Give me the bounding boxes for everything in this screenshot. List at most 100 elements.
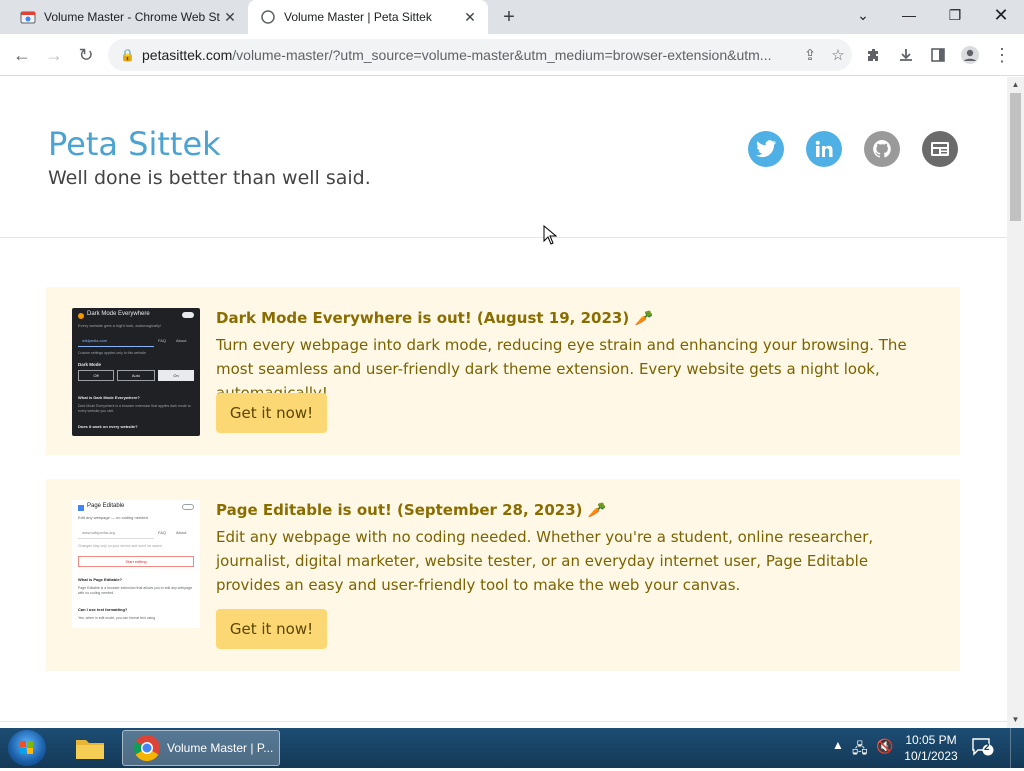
site-tagline: Well done is better than well said.: [48, 167, 371, 189]
carrot-icon: 🥕: [587, 501, 607, 519]
close-window-button[interactable]: ✕: [978, 0, 1024, 30]
preview-a1: Page Editable is a browser extension tha…: [78, 586, 193, 595]
forward-icon[interactable]: →: [42, 43, 66, 67]
get-it-now-button[interactable]: Get it now!: [216, 609, 327, 649]
preview-mode-auto: Auto: [117, 370, 155, 381]
new-tab-button[interactable]: +: [498, 6, 520, 28]
clock-time: 10:05 PM: [905, 733, 957, 747]
preview-setting-label: Changes stay only on your device and won…: [78, 544, 162, 548]
windows-logo-icon: [20, 741, 33, 754]
toggle-icon: [182, 504, 194, 510]
clock-date: 10/1/2023: [904, 749, 958, 763]
tab-chrome-web-store[interactable]: Volume Master - Chrome Web Store ✕: [8, 0, 248, 34]
preview-mode-label: Dark Mode: [78, 362, 102, 367]
extensions-icon[interactable]: [862, 43, 886, 67]
preview-about: About: [176, 338, 187, 343]
address-bar[interactable]: 🔒 petasittek.com/volume-master/?utm_sour…: [108, 39, 852, 71]
share-icon[interactable]: ⇪: [796, 46, 824, 64]
mouse-cursor-icon: [543, 225, 557, 245]
tab-peta-sittek[interactable]: Volume Master | Peta Sittek ✕: [248, 0, 488, 34]
preview-subtitle: Every website gets a night look, automag…: [78, 323, 161, 328]
windows-taskbar: Volume Master | P... ▲ 🖧 🔇 10:05 PM 10/1…: [0, 728, 1024, 768]
card-description: Edit any webpage with no coding needed. …: [216, 528, 874, 594]
preview-mode-off: Off: [78, 370, 114, 381]
card-headline: Page Editable is out! (September 28, 202…: [216, 501, 606, 519]
action-center-icon[interactable]: 2: [972, 738, 994, 756]
preview-domain: www.wikipedia.org: [82, 530, 115, 535]
card-headline: Dark Mode Everywhere is out! (August 19,…: [216, 309, 653, 327]
get-it-now-button[interactable]: Get it now!: [216, 393, 327, 433]
preview-faq: FAQ: [158, 530, 167, 535]
web-page: Peta Sittek Well done is better than wel…: [0, 77, 1007, 728]
back-icon[interactable]: ←: [10, 43, 34, 67]
tab-title: Volume Master | Peta Sittek: [284, 10, 432, 24]
scroll-up-icon[interactable]: ▲: [1007, 77, 1024, 93]
file-explorer-button[interactable]: [70, 732, 110, 764]
preview-title: Dark Mode Everywhere: [87, 311, 150, 317]
preview-title: Page Editable: [87, 503, 125, 509]
chrome-web-store-icon: [20, 11, 36, 24]
preview-about: About: [176, 530, 187, 535]
preview-domain: wikipedia.com: [82, 338, 108, 343]
lock-icon[interactable]: 🔒: [120, 48, 135, 62]
menu-icon[interactable]: ⋮: [990, 43, 1014, 67]
close-tab-icon[interactable]: ✕: [460, 9, 480, 26]
notification-count: 2: [984, 742, 990, 753]
tab-title: Volume Master - Chrome Web Store: [44, 10, 220, 24]
bookmark-star-icon[interactable]: ☆: [824, 46, 852, 64]
site-title[interactable]: Peta Sittek: [48, 125, 221, 163]
download-icon[interactable]: [894, 43, 918, 67]
footer-divider: [0, 721, 1007, 722]
scrollbar-thumb[interactable]: [1010, 93, 1021, 221]
twitter-icon[interactable]: [748, 131, 784, 167]
github-icon[interactable]: [864, 131, 900, 167]
preview-q2: Can I use text formatting?: [78, 607, 128, 612]
promo-card-dark-mode: Dark Mode Everywhere Every website gets …: [46, 287, 960, 455]
preview-a1: Dark Mode Everywhere is a browser extens…: [78, 404, 191, 413]
show-hidden-icons[interactable]: ▲: [832, 738, 844, 752]
carrot-icon: 🥕: [634, 309, 654, 327]
restore-button[interactable]: ❐: [932, 0, 978, 30]
page-editable-preview-image: Page Editable Edit any webpage — no codi…: [72, 500, 200, 628]
volume-muted-icon[interactable]: 🔇: [876, 738, 893, 755]
header-divider: [0, 237, 1007, 238]
email-icon[interactable]: [922, 131, 958, 167]
headline-text: Dark Mode Everywhere is out! (August 19,…: [216, 309, 630, 327]
scroll-down-icon[interactable]: ▼: [1007, 712, 1024, 728]
close-tab-icon[interactable]: ✕: [220, 9, 240, 26]
dark-mode-preview-image: Dark Mode Everywhere Every website gets …: [72, 308, 200, 436]
loading-globe-icon: [261, 10, 275, 24]
preview-faq: FAQ: [158, 338, 167, 343]
taskbar-chrome-button[interactable]: Volume Master | P...: [122, 730, 280, 766]
url-path: /volume-master/?utm_source=volume-master…: [232, 47, 772, 63]
profile-icon[interactable]: [958, 43, 982, 67]
toggle-icon: [182, 312, 194, 318]
linkedin-icon[interactable]: [806, 131, 842, 167]
promo-card-page-editable: Page Editable Edit any webpage — no codi…: [46, 479, 960, 671]
system-clock[interactable]: 10:05 PM 10/1/2023: [900, 732, 962, 764]
preview-q2: Does it work on every website?: [78, 424, 138, 429]
headline-text: Page Editable is out! (September 28, 202…: [216, 501, 583, 519]
url-text[interactable]: petasittek.com/volume-master/?utm_source…: [142, 47, 796, 63]
tab-search-icon[interactable]: ⌄: [840, 0, 886, 30]
taskbar-app-label: Volume Master | P...: [167, 741, 274, 755]
preview-underline: [78, 538, 154, 539]
pencil-icon: [78, 505, 84, 511]
preview-start-button: Start editing: [78, 556, 194, 567]
browser-toolbar: ← → ↻ 🔒 petasittek.com/volume-master/?ut…: [0, 34, 1024, 76]
page-scrollbar[interactable]: ▲ ▼: [1007, 77, 1024, 728]
preview-a2: Yes, when in edit mode, you can format t…: [78, 616, 156, 620]
folder-icon: [76, 740, 104, 759]
chrome-icon: [133, 735, 160, 762]
preview-q1: What is Dark Mode Everywhere?: [78, 395, 140, 400]
minimize-button[interactable]: —: [886, 0, 932, 30]
preview-underline: [78, 346, 154, 347]
reload-icon[interactable]: ↻: [74, 43, 98, 67]
preview-setting-label: Custom settings applied only to this web…: [78, 351, 146, 355]
moon-icon: [78, 313, 84, 319]
show-desktop-button[interactable]: [1010, 728, 1024, 768]
preview-q1: What is Page Editable?: [78, 577, 123, 582]
side-panel-icon[interactable]: [926, 43, 950, 67]
network-icon[interactable]: 🖧: [852, 738, 868, 762]
start-button[interactable]: [8, 730, 46, 766]
